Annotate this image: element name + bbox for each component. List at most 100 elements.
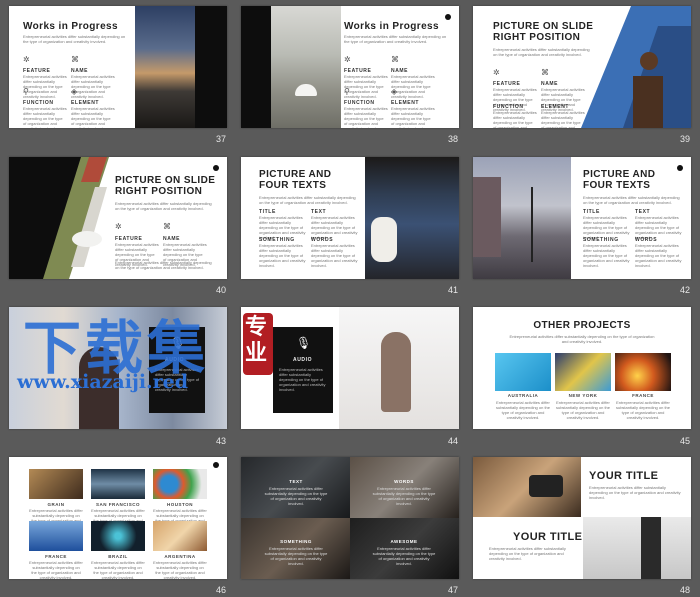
slide-number: 40 (215, 285, 226, 295)
slide-title-line-2: YOUR TITLE (513, 531, 583, 543)
umbrella-walk-photo (271, 6, 341, 128)
slide-thumbnail[interactable]: PICTURE ON SLIDE RIGHT POSITION Entrepre… (9, 157, 227, 279)
slide-number: 41 (447, 285, 458, 295)
microphone-icon: 🎙 (296, 336, 312, 350)
black-panel (241, 6, 271, 128)
slide-body: Entrepreneurial activities differ substa… (23, 34, 126, 44)
gear-icon: ✲ (23, 55, 30, 64)
slide-number: 39 (679, 134, 690, 144)
france-caption: FRANCE (632, 393, 654, 398)
text-body: Entrepreneurial activities differ substa… (264, 486, 328, 506)
something-caption: SOMETHING (280, 539, 312, 544)
words-text: Entrepreneurial activities differ substa… (635, 243, 682, 268)
words-caption: WORDS (394, 479, 414, 484)
new-york-photo (555, 353, 611, 391)
new-york-caption: NEW YORK (568, 393, 598, 398)
words-body: Entrepreneurial activities differ substa… (372, 486, 436, 506)
element-text: Entrepreneurial activities differ substa… (391, 106, 435, 128)
slide-thumbnail[interactable]: 🎙 AUDIO Entrepreneurial activities diffe… (9, 307, 227, 429)
function-text: Entrepreneurial activities differ substa… (23, 106, 67, 128)
slide-number: 48 (679, 585, 690, 595)
slide-title: Works in Progress (344, 21, 439, 32)
businessman-photo (583, 517, 691, 579)
footer-text: Entrepreneurial activities differ substa… (115, 260, 212, 270)
slide-title: Works in Progress (23, 21, 118, 32)
france-text: Entrepreneurial activities differ substa… (615, 400, 671, 420)
dog-shape (371, 217, 397, 262)
layers-icon: ◈ (71, 87, 78, 96)
name-text: Entrepreneurial activities differ substa… (71, 74, 115, 99)
feature-text: Entrepreneurial activities differ substa… (344, 74, 388, 99)
houston-caption: HOUSTON (167, 502, 193, 507)
name-text: Entrepreneurial activities differ substa… (391, 74, 435, 99)
statue-photo (581, 6, 691, 128)
slide-thumbnail[interactable]: PICTURE AND FOUR TEXTS Entrepreneurial a… (473, 157, 691, 279)
slide-body-bottom: Entrepreneurial activities differ substa… (489, 546, 566, 561)
france-text: Entrepreneurial activities differ substa… (29, 560, 83, 579)
slide-title-line-2: RIGHT POSITION (115, 186, 203, 197)
slide-thumbnail[interactable]: YOUR TITLE Entrepreneurial activities di… (473, 457, 691, 579)
australia-text: Entrepreneurial activities differ substa… (495, 400, 551, 420)
france-photo (615, 353, 671, 391)
clip-icon: ⌘ (163, 222, 171, 231)
feature-text: Entrepreneurial activities differ substa… (23, 74, 67, 99)
brazil-caption: BRAZIL (108, 554, 128, 559)
clip-icon: ⌘ (391, 55, 399, 64)
building-shape (473, 177, 501, 257)
slide-body: Entrepreneurial activities differ substa… (509, 334, 655, 344)
umbrella-shape (295, 84, 317, 96)
slide-thumbnail[interactable]: OTHER PROJECTS Entrepreneurial activitie… (473, 307, 691, 429)
argentina-text: Entrepreneurial activities differ substa… (153, 560, 207, 579)
pin-icon: ⚲ (344, 87, 350, 96)
australia-photo (495, 353, 551, 391)
gear-icon: ✲ (115, 222, 122, 231)
slide-thumbnail[interactable]: Works in Progress Entrepreneurial activi… (9, 6, 227, 128)
street-lamp-photo (135, 6, 195, 128)
slide-body: Entrepreneurial activities differ substa… (583, 195, 680, 205)
houston-photo (153, 469, 207, 499)
slide-number: 42 (679, 285, 690, 295)
slide-number: 47 (447, 585, 458, 595)
france-photo (29, 521, 83, 551)
slide-thumbnail[interactable]: PICTURE ON SLIDE RIGHT POSITION Entrepre… (473, 6, 691, 128)
slide-body: Entrepreneurial activities differ substa… (115, 201, 212, 211)
slide-number: 43 (215, 436, 226, 446)
australia-caption: AUSTRALIA (507, 393, 539, 398)
slide-thumbnail[interactable]: GRAIN SAN FRANCISCO HOUSTON Entrepreneur… (9, 457, 227, 579)
gear-icon: ✲ (344, 55, 351, 64)
pin-icon: ⚲ (23, 87, 29, 96)
corner-dot (213, 165, 219, 171)
slide-thumbnail[interactable]: TEXT Entrepreneurial activities differ s… (241, 457, 459, 579)
brazil-text: Entrepreneurial activities differ substa… (91, 560, 145, 579)
watermark-seal-text: 专业 (245, 315, 268, 366)
black-panel (195, 6, 227, 128)
audio-text: Entrepreneurial activities differ substa… (279, 367, 326, 392)
slide-thumbnail[interactable]: PICTURE AND FOUR TEXTS Entrepreneurial a… (241, 157, 459, 279)
brazil-photo (91, 521, 145, 551)
legs-shape (641, 517, 661, 579)
audio-label: AUDIO (293, 357, 313, 363)
woman-shape (381, 332, 411, 412)
camera-desk-photo (473, 457, 581, 517)
words-text: Entrepreneurial activities differ substa… (311, 243, 358, 268)
clip-icon: ⌘ (71, 55, 79, 64)
slide-thumbnail[interactable]: Works in Progress Entrepreneurial activi… (241, 6, 459, 128)
slide-number: 38 (447, 134, 458, 144)
watermark-url: www.xiazaiji.red (17, 371, 189, 393)
argentina-caption: ARGENTINA (164, 554, 196, 559)
something-text: Entrepreneurial activities differ substa… (259, 243, 306, 268)
something-body: Entrepreneurial activities differ substa… (264, 546, 328, 566)
corner-dot (213, 462, 219, 468)
corner-dot (677, 165, 683, 171)
slide-number: 46 (215, 585, 226, 595)
lamp-post (531, 187, 533, 262)
text-caption: TEXT (289, 479, 303, 484)
argentina-photo (153, 521, 207, 551)
corner-dot (445, 14, 451, 20)
france-caption: FRANCE (45, 554, 67, 559)
awesome-body: Entrepreneurial activities differ substa… (372, 546, 436, 566)
slide-body: Entrepreneurial activities differ substa… (259, 195, 356, 205)
camera-shape (529, 475, 563, 497)
slide-thumbnail[interactable]: 🎙 AUDIO Entrepreneurial activities diffe… (241, 307, 459, 429)
grain-photo (29, 469, 83, 499)
